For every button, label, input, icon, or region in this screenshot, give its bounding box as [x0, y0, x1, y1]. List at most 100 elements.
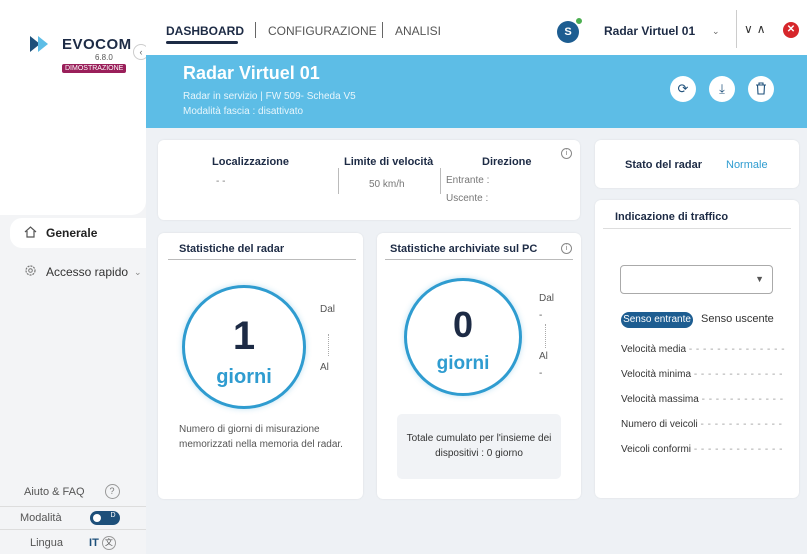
logo-area: EVOCOM 6.8.0 DIMOSTRAZIONE: [0, 0, 146, 215]
radar-state-value: Normale: [726, 159, 768, 171]
chevron-down-icon[interactable]: ∨: [744, 22, 757, 36]
mode-toggle[interactable]: D: [89, 511, 120, 525]
pc-days-ring: 0 giorni: [404, 278, 522, 396]
info-icon[interactable]: i: [561, 243, 572, 254]
radar-state-card: Stato del radar Normale: [595, 140, 799, 188]
sidebar-item-label: Generale: [46, 226, 98, 240]
radar-banner: Radar Virtuel 01 Radar in servizio | FW …: [146, 55, 807, 128]
language-label: Lingua: [30, 537, 64, 549]
delete-button[interactable]: [748, 76, 774, 102]
mode-label: Modalità: [20, 512, 62, 524]
days-unit: giorni: [216, 366, 272, 388]
tab-senso-uscente[interactable]: Senso uscente: [701, 313, 774, 325]
to-value: -: [539, 368, 543, 379]
days-count: 1: [232, 314, 256, 358]
help-faq-link[interactable]: Aiuto & FAQ ?: [24, 484, 170, 499]
metric-label: Veicoli conformi: [621, 444, 692, 455]
from-value: -: [539, 310, 543, 321]
tab-separator: [255, 22, 256, 38]
from-label: Dal: [320, 304, 336, 315]
radar-mode: Modalità fascia : disattivato: [183, 106, 304, 117]
sidebar-item-accesso-rapido[interactable]: Accesso rapido ⌄: [10, 264, 142, 280]
settings-icon: [24, 264, 38, 280]
divider: [168, 259, 356, 260]
range-line: [328, 334, 329, 356]
sidebar-item-generale[interactable]: Generale: [10, 218, 146, 248]
evocom-logo-icon: [30, 36, 48, 52]
app-version: 6.8.0: [95, 53, 113, 62]
pc-days-count: 0: [452, 304, 474, 345]
pc-stats-title: Statistiche archiviate sul PC: [390, 243, 538, 255]
traffic-period-select[interactable]: ▼: [620, 265, 773, 294]
pc-days-unit: giorni: [436, 353, 490, 374]
direction-label: Direzione: [482, 156, 532, 168]
range-line: [545, 324, 546, 348]
sidebar: EVOCOM 6.8.0 DIMOSTRAZIONE ‹ Generale Ac…: [0, 0, 149, 554]
sync-button[interactable]: ⟳: [670, 76, 696, 102]
home-icon: [24, 225, 38, 241]
language-selector[interactable]: IT: [89, 537, 99, 549]
chevron-down-icon[interactable]: ⌄: [712, 26, 720, 37]
speed-limit-label: Limite di velocità: [344, 156, 434, 168]
trash-icon: [756, 82, 766, 95]
question-icon: ?: [104, 484, 120, 499]
to-label: Al: [320, 362, 329, 373]
metric-label: Velocità media: [621, 344, 687, 355]
chevron-up-icon[interactable]: ∧: [757, 22, 770, 36]
radar-status: Radar in servizio | FW 509- Scheda V5: [183, 91, 356, 102]
location-value: - -: [216, 176, 226, 187]
metric-dash-leader: - - - - - - - - - - - - -: [693, 369, 783, 380]
radar-stats-description: Numero di giorni di misurazione memorizz…: [179, 424, 343, 450]
download-icon: ⤓: [719, 81, 725, 96]
location-label: Localizzazione: [212, 156, 290, 168]
direction-out: Uscente :: [446, 193, 489, 204]
brand-name: EVOCOM: [62, 35, 132, 53]
speed-limit-value: 50 km/h: [369, 179, 405, 190]
to-label: Al: [539, 351, 548, 362]
radar-stats-title: Statistiche del radar: [179, 243, 285, 255]
mode-badge: DIMOSTRAZIONE: [62, 64, 127, 73]
traffic-title: Indicazione di traffico: [615, 211, 729, 223]
active-tab-indicator: [166, 41, 238, 44]
metric-label: Velocità massima: [621, 394, 699, 405]
close-icon[interactable]: ✕: [783, 22, 799, 38]
from-label: Dal: [539, 293, 555, 304]
metric-dash-leader: - - - - - - - - - - - -: [701, 394, 784, 405]
toggle-text: D: [110, 512, 116, 519]
metric-dash-leader: - - - - - - - - - - - - -: [693, 444, 783, 455]
online-status-icon: [575, 17, 583, 25]
tab-analisi[interactable]: ANALISI: [395, 24, 441, 38]
metric-row: Numero di veicoli - - - - - - - - - - - …: [621, 419, 783, 430]
user-avatar[interactable]: S: [557, 21, 579, 43]
language-row: Lingua IT 文: [0, 536, 146, 550]
tab-configurazione[interactable]: CONFIGURAZIONE: [268, 24, 377, 38]
metric-label: Velocità minima: [621, 369, 692, 380]
tab-senso-entrante[interactable]: Senso entrante: [621, 312, 693, 328]
metric-dash-leader: - - - - - - - - - - - -: [700, 419, 783, 430]
cumulative-total: Totale cumulato per l'insieme dei dispos…: [397, 414, 561, 479]
translate-icon[interactable]: 文: [101, 536, 116, 550]
metric-row: Velocità minima - - - - - - - - - - - - …: [621, 369, 783, 380]
radar-stats-card: Statistiche del radar 1 giorni Dal Al Nu…: [158, 233, 363, 499]
download-button[interactable]: ⤓: [709, 76, 735, 102]
toggle-knob: [92, 514, 101, 522]
tab-dashboard[interactable]: DASHBOARD: [166, 24, 244, 38]
divider: [338, 168, 339, 194]
divider: [385, 259, 573, 260]
radar-state-label: Stato del radar: [625, 159, 703, 171]
info-icon[interactable]: i: [561, 148, 572, 159]
dropdown-arrow-icon: ▼: [755, 274, 764, 284]
divider: [440, 168, 441, 194]
direction-in: Entrante :: [446, 175, 490, 186]
sidebar-item-label: Accesso rapido: [46, 265, 129, 279]
chevron-down-icon: ⌄: [134, 266, 142, 277]
tab-separator: [382, 22, 383, 38]
metric-row: Veicoli conformi - - - - - - - - - - - -…: [621, 444, 783, 455]
metric-dash-leader: - - - - - - - - - - - - - -: [688, 344, 786, 355]
metric-row: Velocità media - - - - - - - - - - - - -…: [621, 344, 785, 355]
radar-selector[interactable]: Radar Virtuel 01: [604, 24, 695, 38]
help-label: Aiuto & FAQ: [24, 485, 85, 498]
divider: [736, 10, 737, 48]
sync-icon: ⟳: [677, 81, 689, 96]
metric-label: Numero di veicoli: [621, 419, 698, 430]
